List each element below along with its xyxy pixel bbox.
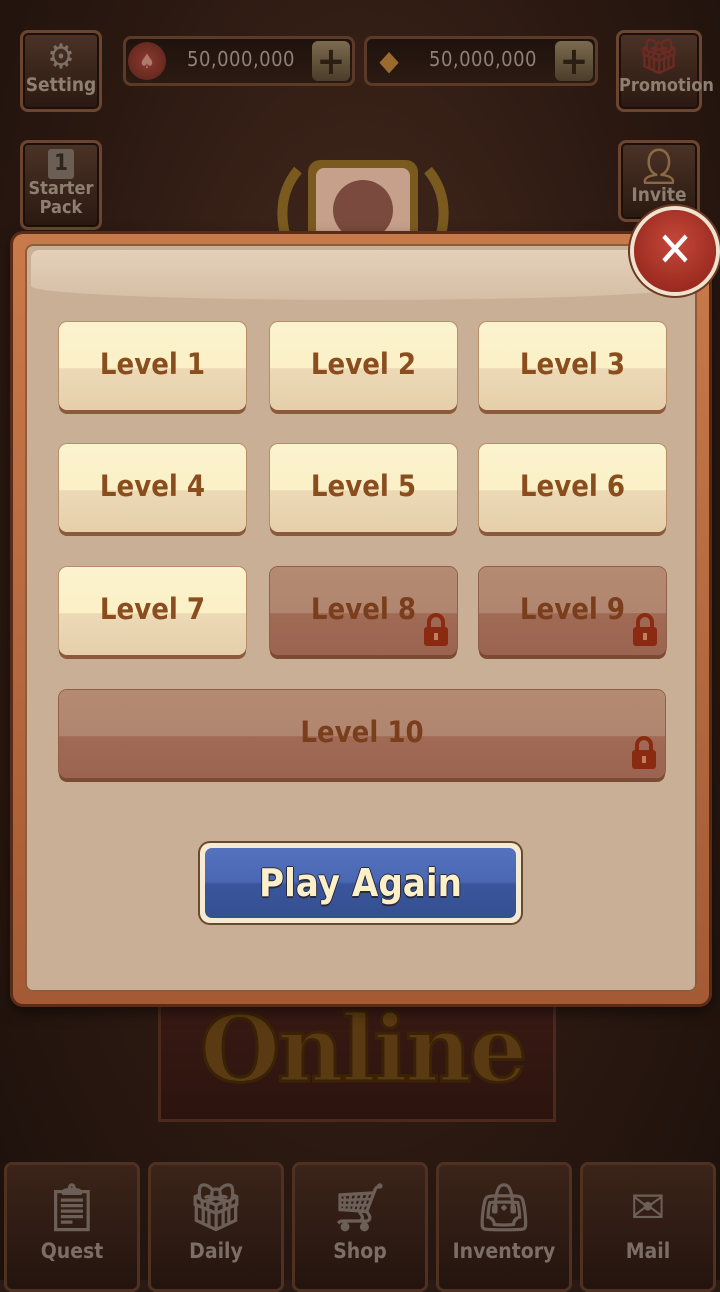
gear-icon: ⚙ bbox=[47, 37, 75, 77]
lock-icon bbox=[424, 613, 448, 646]
nav-mail-label: Mail bbox=[625, 1239, 671, 1263]
level-label: Level 2 bbox=[310, 347, 417, 381]
play-again-button[interactable]: Play Again bbox=[200, 843, 521, 923]
gem-icon: ◆ bbox=[379, 44, 399, 77]
play-again-label: Play Again bbox=[205, 848, 516, 918]
starter-pack-label: Starter Pack bbox=[28, 178, 94, 218]
invite-button[interactable]: 👤︎ Invite bbox=[618, 140, 700, 222]
nav-shop[interactable]: 🛒︎ Shop bbox=[292, 1162, 428, 1292]
gift-icon: 🎁︎ bbox=[186, 1180, 246, 1234]
level-label: Level 10 bbox=[300, 715, 424, 749]
chips-balance: ♠ 50,000,000 + bbox=[123, 36, 355, 86]
starter-pack-card-icon: 1 bbox=[48, 149, 74, 179]
close-icon: ✕ bbox=[656, 222, 694, 278]
add-friend-icon: 👤︎ bbox=[637, 147, 681, 187]
level-10-button[interactable]: Level 10 bbox=[59, 690, 665, 778]
level-4-button[interactable]: Level 4 bbox=[59, 444, 246, 532]
bag-icon: 👜︎ bbox=[474, 1180, 534, 1234]
lock-icon bbox=[632, 736, 656, 769]
level-label: Level 4 bbox=[99, 469, 206, 503]
level-label: Level 7 bbox=[99, 592, 206, 626]
level-5-button[interactable]: Level 5 bbox=[270, 444, 457, 532]
poker-chip-icon: ♠ bbox=[128, 42, 166, 80]
level-label: Level 5 bbox=[310, 469, 417, 503]
level-9-button[interactable]: Level 9 bbox=[479, 567, 666, 655]
level-7-button[interactable]: Level 7 bbox=[59, 567, 246, 655]
game-logo-text: Online bbox=[199, 994, 529, 1105]
level-label: Level 9 bbox=[519, 592, 626, 626]
setting-label: Setting bbox=[25, 74, 97, 96]
quest-icon: 📋︎ bbox=[42, 1180, 102, 1234]
level-8-button[interactable]: Level 8 bbox=[270, 567, 457, 655]
setting-button[interactable]: ⚙ Setting bbox=[20, 30, 102, 112]
level-3-button[interactable]: Level 3 bbox=[479, 322, 666, 410]
chips-value: 50,000,000 bbox=[187, 47, 295, 71]
level-label: Level 3 bbox=[519, 347, 626, 381]
promotion-button[interactable]: 🎁︎ Promotion bbox=[616, 30, 714, 112]
nav-quest[interactable]: 📋︎ Quest bbox=[4, 1162, 140, 1292]
level-6-button[interactable]: Level 6 bbox=[479, 444, 666, 532]
close-button[interactable]: ✕ bbox=[634, 210, 716, 292]
level-label: Level 6 bbox=[519, 469, 626, 503]
level-label: Level 8 bbox=[310, 592, 417, 626]
lock-icon bbox=[633, 613, 657, 646]
starter-pack-button[interactable]: 1 Starter Pack bbox=[20, 140, 102, 230]
nav-mail[interactable]: ✉ Mail bbox=[580, 1162, 716, 1292]
gems-value: 50,000,000 bbox=[429, 47, 537, 71]
invite-label: Invite bbox=[631, 184, 687, 206]
gems-balance: ◆ 50,000,000 + bbox=[364, 36, 598, 86]
cart-icon: 🛒︎ bbox=[330, 1180, 390, 1234]
add-chips-button[interactable]: + bbox=[312, 41, 350, 81]
dialog-header-shine bbox=[31, 250, 691, 300]
nav-shop-label: Shop bbox=[333, 1239, 387, 1263]
level-label: Level 1 bbox=[99, 347, 206, 381]
nav-quest-label: Quest bbox=[40, 1239, 104, 1263]
nav-daily[interactable]: 🎁︎ Daily bbox=[148, 1162, 284, 1292]
mail-icon: ✉ bbox=[630, 1180, 666, 1234]
gift-box-icon: 🎁︎ bbox=[637, 37, 681, 77]
level-2-button[interactable]: Level 2 bbox=[270, 322, 457, 410]
nav-daily-label: Daily bbox=[189, 1239, 243, 1263]
promotion-label: Promotion bbox=[619, 75, 714, 96]
add-gems-button[interactable]: + bbox=[555, 41, 593, 81]
nav-inventory-label: Inventory bbox=[452, 1239, 556, 1263]
level-1-button[interactable]: Level 1 bbox=[59, 322, 246, 410]
nav-inventory[interactable]: 👜︎ Inventory bbox=[436, 1162, 572, 1292]
